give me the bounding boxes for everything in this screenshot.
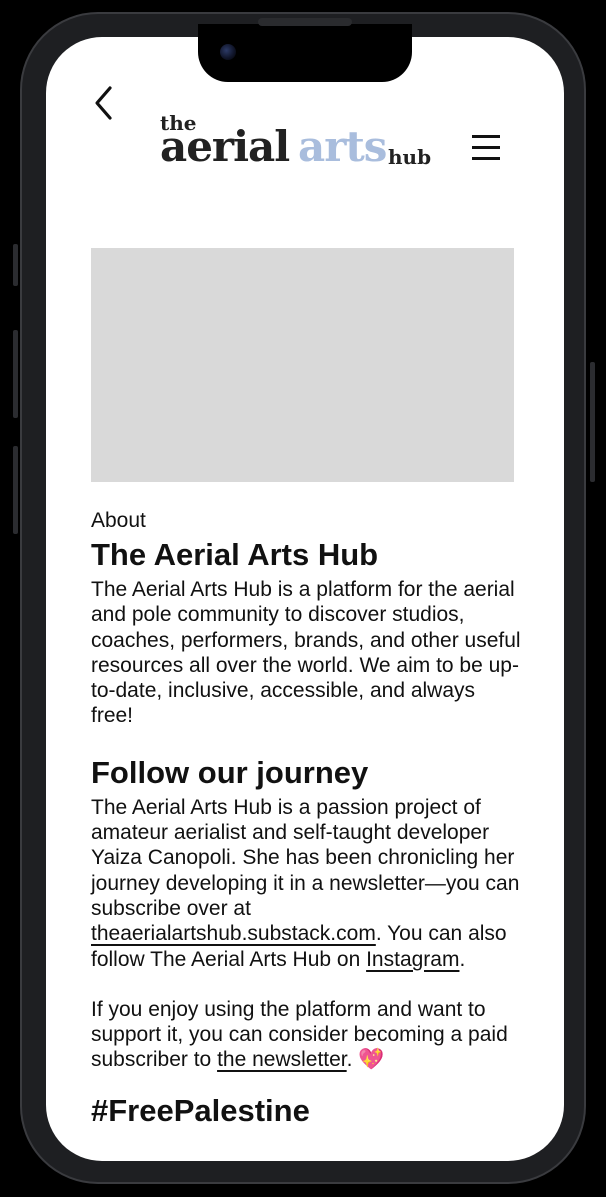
back-button[interactable]	[86, 85, 122, 121]
hero-image-placeholder	[91, 248, 514, 482]
site-logo[interactable]: the aerial arts hub	[160, 113, 432, 173]
about-paragraph: The Aerial Arts Hub is a platform for th…	[91, 578, 521, 728]
journey-paragraph: The Aerial Arts Hub is a passion project…	[91, 795, 521, 972]
logo-word-hub: hub	[388, 145, 432, 169]
support-text: .	[346, 1048, 359, 1072]
phone-speaker	[258, 18, 352, 26]
phone-screen: the aerial arts hub About The Aerial Art…	[46, 37, 564, 1161]
hamburger-menu-button[interactable]	[466, 131, 506, 167]
journey-text: .	[459, 947, 466, 971]
newsletter-link[interactable]: the newsletter	[217, 1048, 347, 1071]
page-title: The Aerial Arts Hub	[91, 537, 379, 572]
section-eyebrow: About	[91, 509, 146, 532]
hamburger-menu-icon	[472, 146, 500, 149]
phone-side-button	[13, 244, 18, 286]
support-paragraph: If you enjoy using the platform and want…	[91, 997, 521, 1073]
substack-link[interactable]: theaerialartshub.substack.com	[91, 922, 376, 945]
hamburger-menu-icon	[472, 135, 500, 138]
logo-word-aerial: aerial	[160, 122, 290, 171]
main-content: About The Aerial Arts Hub The Aerial Art…	[91, 507, 521, 1131]
front-camera	[220, 44, 236, 60]
phone-side-button	[590, 362, 595, 482]
phone-side-button	[13, 330, 18, 418]
phone-side-button	[13, 446, 18, 534]
journey-heading: Follow our journey	[91, 754, 369, 790]
chevron-left-icon	[95, 86, 112, 120]
journey-text: The Aerial Arts Hub is a passion project…	[91, 795, 520, 920]
free-palestine-heading: #FreePalestine	[91, 1092, 310, 1128]
sparkling-heart-icon: 💖	[358, 1048, 385, 1072]
logo-word-arts: arts	[298, 122, 387, 171]
instagram-link[interactable]: Instagram	[366, 948, 459, 971]
hamburger-menu-icon	[472, 157, 500, 160]
